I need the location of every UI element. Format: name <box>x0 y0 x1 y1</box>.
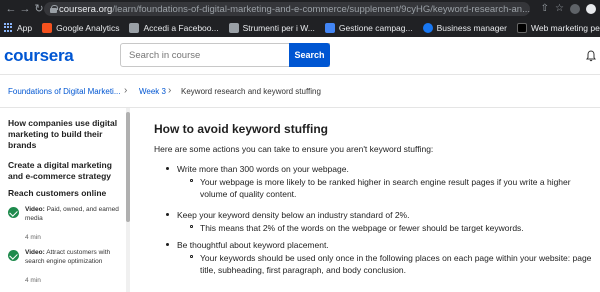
bookmark-google-analytics[interactable]: Google Analytics <box>42 22 120 33</box>
bookmark-label: App <box>17 22 33 33</box>
item-type: Video: <box>25 249 45 256</box>
bookmarks-bar: App Google Analytics Accedi a Faceboo...… <box>0 18 600 37</box>
google-analytics-icon <box>42 22 53 33</box>
sub-bullet-text: Your keywords should be used only once i… <box>200 253 592 275</box>
circle-bullet-icon <box>190 255 193 258</box>
share-icon[interactable]: ⇧ <box>541 1 549 17</box>
sub-bullet-text: This means that 2% of the words on the w… <box>200 223 524 233</box>
intro-paragraph: Here are some actions you can take to en… <box>154 144 434 154</box>
lesson-heading[interactable]: How companies use digital marketing to b… <box>8 118 122 151</box>
facebook-icon <box>422 22 433 33</box>
bookmark-label: Google Analytics <box>56 22 120 33</box>
bullet-icon <box>166 213 169 216</box>
chevron-right-icon: › <box>168 85 172 96</box>
circle-bullet-icon <box>190 179 193 182</box>
page-title: How to avoid keyword stuffing <box>154 122 329 136</box>
outline-item[interactable]: Video: Paid, owned, and earned media 4 m… <box>8 205 126 241</box>
bookmark-label: Business manager <box>436 22 507 33</box>
bookmark-label: Gestione campag... <box>338 22 413 33</box>
browser-chrome: ← → ↻ coursera.org /learn/foundations-of… <box>0 0 600 37</box>
profile-avatar[interactable] <box>586 4 596 14</box>
outline-item-title: Video: Paid, owned, and earned media <box>25 205 125 223</box>
outline-item-title: Video: Attract customers with search eng… <box>25 248 125 266</box>
coursera-logo[interactable]: coursera <box>4 46 74 66</box>
forward-arrow-icon[interactable]: → <box>18 0 32 18</box>
breadcrumb-week[interactable]: Week 3 <box>139 87 166 96</box>
breadcrumb-course[interactable]: Foundations of Digital Marketi... <box>8 87 121 96</box>
address-bar[interactable]: coursera.org /learn/foundations-of-digit… <box>44 2 530 16</box>
breadcrumb: Foundations of Digital Marketi... › Week… <box>0 75 600 108</box>
toolbar-right: ⇧ ☆ <box>541 1 596 17</box>
lock-icon <box>50 5 58 13</box>
bookmark-apps[interactable]: App <box>4 23 32 33</box>
page-icon <box>129 22 140 33</box>
item-duration: 4 min <box>25 234 41 241</box>
sub-bullet-text: Your webpage is more likely to be ranked… <box>200 177 571 199</box>
bullet-icon <box>166 167 169 170</box>
search-button[interactable]: Search <box>289 43 330 67</box>
url-path: /learn/foundations-of-digital-marketing-… <box>112 3 530 15</box>
folder-icon <box>228 22 239 33</box>
extension-icon[interactable] <box>570 4 580 14</box>
bookmark-label: Web marketing pe... <box>531 22 600 33</box>
item-duration: 4 min <box>25 277 41 284</box>
bookmark-facebook-login[interactable]: Accedi a Faceboo... <box>129 22 219 33</box>
course-outline-sidebar: How companies use digital marketing to b… <box>0 108 130 292</box>
lesson-heading[interactable]: Reach customers online <box>8 188 122 199</box>
check-circle-icon <box>8 207 19 218</box>
site-header: coursera Search <box>0 37 600 75</box>
bookmark-web-marketing[interactable]: Web marketing pe... <box>517 22 600 33</box>
bookmark-label: Accedi a Faceboo... <box>143 22 219 33</box>
bullet-text: Be thoughtful about keyword placement. <box>177 240 329 250</box>
bullet-text: Keep your keyword density below an indus… <box>177 210 410 220</box>
reading-content: How to avoid keyword stuffing Here are s… <box>130 108 600 292</box>
bookmark-label: Strumenti per i W... <box>242 22 315 33</box>
lesson-heading[interactable]: Create a digital marketing and e-commerc… <box>8 160 122 182</box>
bookmark-campaign-management[interactable]: Gestione campag... <box>324 22 413 33</box>
bookmark-business-manager[interactable]: Business manager <box>422 22 507 33</box>
circle-bullet-icon <box>190 225 193 228</box>
back-arrow-icon[interactable]: ← <box>4 0 18 18</box>
bullet-icon <box>166 243 169 246</box>
star-icon[interactable]: ☆ <box>555 1 564 17</box>
url-host: coursera.org <box>59 3 113 15</box>
google-ads-icon <box>324 22 335 33</box>
bell-icon[interactable] <box>585 50 597 62</box>
web-marketing-icon <box>517 22 527 33</box>
outline-item[interactable]: Video: Attract customers with search eng… <box>8 248 126 284</box>
chevron-right-icon: › <box>124 85 128 96</box>
item-type: Video: <box>25 206 45 213</box>
apps-grid-icon <box>4 23 13 32</box>
bookmark-webmaster-tools[interactable]: Strumenti per i W... <box>228 22 315 33</box>
bullet-text: Write more than 300 words on your webpag… <box>177 164 349 174</box>
breadcrumb-current: Keyword research and keyword stuffing <box>181 87 321 96</box>
check-circle-icon <box>8 250 19 261</box>
